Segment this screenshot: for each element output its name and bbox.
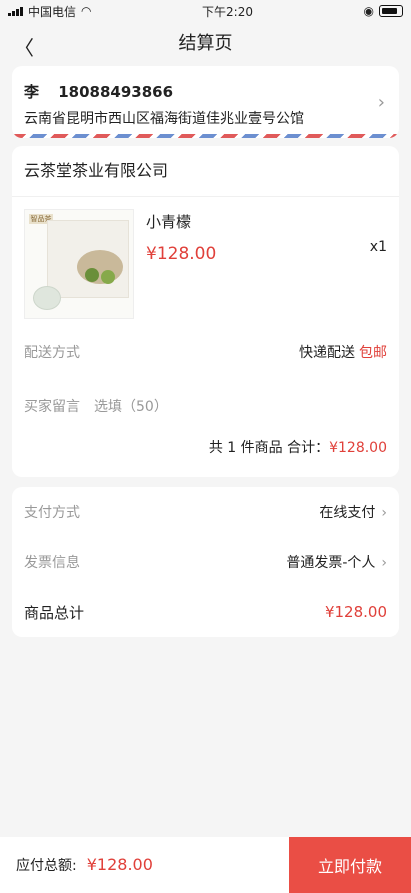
amount-due-label: 应付总额:	[16, 858, 77, 874]
rotation-lock-icon: ◉	[363, 4, 374, 18]
payment-method-row[interactable]: 支付方式 在线支付 ›	[24, 487, 387, 537]
goods-total-row: 商品总计 ¥128.00	[24, 587, 387, 637]
delivery-label: 配送方式	[24, 345, 80, 361]
envelope-stripe	[12, 134, 399, 138]
chevron-right-icon: ›	[381, 555, 387, 571]
amount-due-value: ¥128.00	[86, 855, 153, 874]
product-name: 小青檬	[146, 213, 192, 231]
summary-amount: ¥128.00	[329, 440, 387, 456]
chevron-right-icon: ›	[381, 505, 387, 521]
product-image: 智品茶	[24, 209, 134, 319]
battery-icon	[379, 5, 403, 17]
free-shipping-badge: 包邮	[359, 345, 387, 361]
delivery-row: 配送方式 快递配送 包邮	[24, 325, 387, 379]
payment-card: 支付方式 在线支付 › 发票信息 普通发票-个人 › 商品总计 ¥128.00	[12, 487, 399, 637]
wifi-icon: ◠	[81, 4, 92, 18]
delivery-value: 快递配送	[299, 345, 355, 361]
signal-icon	[8, 6, 23, 16]
back-icon[interactable]: 〈	[14, 32, 34, 61]
status-bar: 中国电信 ◠ 下午2:20 ◉	[0, 0, 411, 22]
nav-bar: 〈 结算页	[0, 22, 411, 62]
page-title: 结算页	[178, 33, 233, 54]
invoice-value: 普通发票-个人	[286, 555, 376, 571]
payment-method-value: 在线支付	[319, 505, 376, 521]
checkout-bar: 应付总额: ¥128.00 立即付款	[0, 837, 411, 893]
chevron-right-icon: ›	[377, 92, 385, 113]
product-quantity: x1	[369, 239, 387, 255]
recipient-name: 李	[24, 83, 40, 101]
buyer-message-row[interactable]: 买家留言 选填（50）	[24, 379, 387, 433]
product-price: ¥128.00	[146, 244, 217, 264]
order-card: 云茶堂茶业有限公司 智品茶 小青檬 ¥128.00 x1 配送方式 快递配送 包邮…	[12, 146, 399, 477]
goods-total-value: ¥128.00	[324, 603, 387, 621]
recipient-phone: 18088493866	[58, 83, 174, 101]
clock: 下午2:20	[202, 4, 253, 19]
invoice-row[interactable]: 发票信息 普通发票-个人 ›	[24, 537, 387, 587]
order-summary: 共 1 件商品 合计：¥128.00	[24, 433, 387, 463]
message-input[interactable]: 选填（50）	[94, 396, 168, 416]
address-detail: 云南省昆明市西山区福海街道佳兆业壹号公馆	[24, 111, 304, 127]
address-card[interactable]: 李 18088493866 云南省昆明市西山区福海街道佳兆业壹号公馆 ›	[12, 66, 399, 138]
invoice-label: 发票信息	[24, 555, 80, 571]
message-label: 买家留言	[24, 399, 80, 415]
shop-name: 云茶堂茶业有限公司	[12, 146, 399, 197]
product-item: 智品茶 小青檬 ¥128.00 x1	[24, 197, 387, 325]
payment-method-label: 支付方式	[24, 505, 80, 521]
carrier-label: 中国电信	[28, 4, 77, 19]
pay-now-button[interactable]: 立即付款	[289, 837, 411, 893]
summary-prefix: 共 1 件商品 合计：	[208, 440, 330, 456]
goods-total-label: 商品总计	[24, 603, 85, 622]
